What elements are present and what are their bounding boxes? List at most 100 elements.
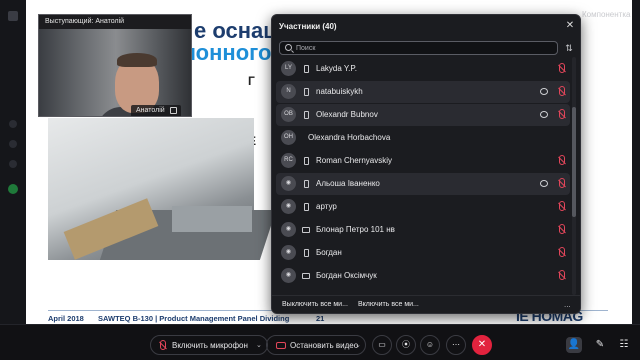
mute-all-button[interactable]: Выключить все ми... bbox=[282, 301, 348, 308]
unmute-all-button[interactable]: Включить все ми... bbox=[358, 301, 419, 308]
chevron-down-icon[interactable]: ⌄ bbox=[355, 341, 361, 349]
video-button-label: Остановить видео bbox=[290, 341, 359, 350]
user-avatar-icon: ◉ bbox=[281, 222, 296, 237]
mic-muted-icon bbox=[160, 340, 166, 350]
speaker-video[interactable]: Выступающий: Анатолій Анатолій bbox=[38, 14, 192, 117]
rail-dot-icon bbox=[9, 140, 17, 148]
avatar: OH bbox=[281, 130, 296, 145]
footer-date: April 2018 bbox=[48, 314, 84, 323]
avatar: LY bbox=[281, 61, 296, 76]
share-screen-icon[interactable]: ▭ bbox=[372, 335, 392, 355]
participant-name: Olexandr Bubnov bbox=[316, 110, 378, 119]
participant-name: natabuiskykh bbox=[316, 87, 363, 96]
avatar: N bbox=[281, 84, 296, 99]
camera-icon bbox=[276, 342, 286, 349]
participant-row[interactable]: N natabuiskykh bbox=[276, 81, 570, 103]
mic-button-label: Включить микрофон bbox=[172, 341, 248, 350]
mobile-device-icon bbox=[304, 157, 309, 165]
chat-icon[interactable] bbox=[540, 111, 548, 118]
left-rail bbox=[0, 0, 26, 324]
share-screen-icon bbox=[170, 107, 177, 114]
stop-video-button[interactable]: Остановить видео ⌄ bbox=[266, 335, 366, 355]
user-avatar-icon: ◉ bbox=[281, 268, 296, 283]
panel-footer: Выключить все ми... Включить все ми... .… bbox=[272, 295, 580, 313]
participant-row[interactable]: ◉ Богдан Оксімчук bbox=[276, 265, 570, 287]
participants-panel: Участники (40) ✕ ⇅ LY Lakyda Y.P. N nata… bbox=[271, 14, 581, 314]
apps-icon[interactable]: ☷ bbox=[616, 337, 632, 353]
search-box[interactable] bbox=[279, 41, 558, 55]
footer-page-number: 21 bbox=[316, 314, 325, 323]
chat-icon[interactable] bbox=[540, 88, 548, 95]
mic-muted-icon[interactable] bbox=[559, 247, 565, 257]
user-avatar-icon: ◉ bbox=[281, 199, 296, 214]
user-avatar-icon: ◉ bbox=[281, 176, 296, 191]
slide-machine-photo bbox=[48, 118, 277, 260]
company-label: Компонентка bbox=[582, 10, 631, 19]
unmute-mic-button[interactable]: Включить микрофон ⌄ bbox=[150, 335, 268, 355]
mic-muted-icon[interactable] bbox=[559, 178, 565, 188]
mic-muted-icon[interactable] bbox=[559, 63, 565, 73]
slide-bullet: Г bbox=[248, 74, 255, 88]
desktop-device-icon bbox=[302, 273, 310, 279]
record-icon[interactable]: ⦿ bbox=[396, 335, 416, 355]
participant-name: Богдан bbox=[316, 248, 342, 257]
desktop-device-icon bbox=[302, 227, 310, 233]
search-icon bbox=[285, 44, 292, 51]
more-icon[interactable]: ⋯ bbox=[446, 335, 466, 355]
panel-title: Участники (40) bbox=[279, 22, 337, 31]
participant-name: Roman Chernyavskiy bbox=[316, 156, 393, 165]
mic-muted-icon[interactable] bbox=[559, 270, 565, 280]
participant-name: Богдан Оксімчук bbox=[316, 271, 377, 280]
mic-muted-icon[interactable] bbox=[559, 109, 565, 119]
participant-row[interactable]: OH Olexandra Horbachova bbox=[276, 127, 570, 149]
participant-name: Альоша Іваненко bbox=[316, 179, 380, 188]
participant-row[interactable]: RC Roman Chernyavskiy bbox=[276, 150, 570, 172]
search-input[interactable] bbox=[296, 42, 551, 54]
mobile-device-icon bbox=[304, 88, 309, 96]
right-rail bbox=[632, 0, 640, 324]
user-avatar-icon: ◉ bbox=[281, 245, 296, 260]
participant-row[interactable]: OB Olexandr Bubnov bbox=[276, 104, 570, 126]
sort-icon[interactable]: ⇅ bbox=[564, 43, 574, 54]
scrollbar-thumb[interactable] bbox=[572, 107, 576, 217]
rail-dot-icon bbox=[9, 120, 17, 128]
mic-muted-icon[interactable] bbox=[559, 86, 565, 96]
participant-name: Lakyda Y.P. bbox=[316, 64, 357, 73]
mic-muted-icon[interactable] bbox=[559, 201, 565, 211]
photo-plate bbox=[172, 206, 252, 232]
participants-scrollbar[interactable] bbox=[572, 57, 576, 295]
mobile-device-icon bbox=[304, 249, 309, 257]
chat-icon[interactable]: ✎ bbox=[592, 337, 608, 353]
mobile-device-icon bbox=[304, 65, 309, 73]
participant-name: Блонар Петро 101 нв bbox=[316, 225, 395, 234]
more-options-icon[interactable]: ... bbox=[564, 300, 571, 309]
speaker-hair bbox=[117, 53, 157, 67]
participant-row[interactable]: ◉ артур bbox=[276, 196, 570, 218]
mic-muted-icon[interactable] bbox=[559, 224, 565, 234]
close-icon[interactable]: ✕ bbox=[565, 21, 575, 31]
rail-status-icon bbox=[8, 184, 18, 194]
participant-row[interactable]: LY Lakyda Y.P. bbox=[276, 58, 570, 80]
speaker-name-tag: Анатолій bbox=[131, 105, 181, 116]
reactions-icon[interactable]: ☺ bbox=[420, 335, 440, 355]
rail-badge-icon[interactable] bbox=[8, 11, 18, 21]
participant-name: Olexandra Horbachova bbox=[308, 133, 391, 142]
mic-muted-icon[interactable] bbox=[559, 155, 565, 165]
participant-row[interactable]: ◉ Богдан bbox=[276, 242, 570, 264]
chat-icon[interactable] bbox=[540, 180, 548, 187]
mobile-device-icon bbox=[304, 111, 309, 119]
participant-row[interactable]: ◉ Блонар Петро 101 нв bbox=[276, 219, 570, 241]
mobile-device-icon bbox=[304, 180, 309, 188]
footer-product: SAWTEQ B-130 | Product Management Panel … bbox=[98, 314, 290, 323]
chevron-down-icon[interactable]: ⌄ bbox=[256, 341, 262, 349]
participant-row[interactable]: ◉ Альоша Іваненко bbox=[276, 173, 570, 195]
rail-dot-icon bbox=[9, 160, 17, 168]
leave-meeting-button[interactable]: ✕ bbox=[472, 335, 492, 355]
participant-name: артур bbox=[316, 202, 337, 211]
avatar: OB bbox=[281, 107, 296, 122]
avatar: RC bbox=[281, 153, 296, 168]
meeting-toolbar: Включить микрофон ⌄ Остановить видео ⌄ ▭… bbox=[0, 324, 640, 360]
mobile-device-icon bbox=[304, 203, 309, 211]
participants-icon[interactable]: 👤 bbox=[566, 337, 582, 353]
speaker-header: Выступающий: Анатолій bbox=[39, 15, 191, 29]
